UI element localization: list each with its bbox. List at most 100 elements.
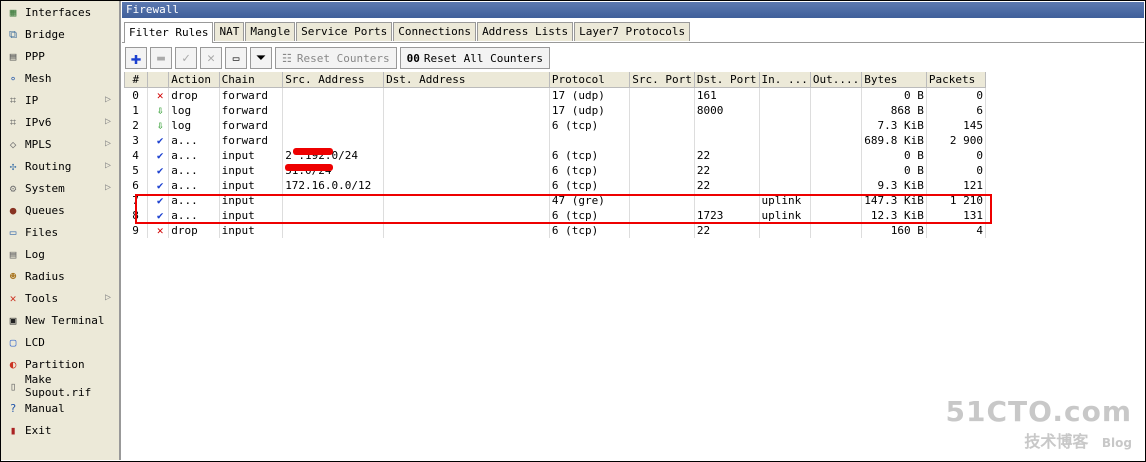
tab-connections[interactable]: Connections — [393, 22, 477, 41]
cell-action: a... — [168, 133, 220, 148]
sidebar-item-label: System — [25, 181, 65, 195]
sidebar-item-interfaces[interactable]: ▦ Interfaces — [1, 1, 119, 23]
system-icon: ⚙ — [9, 181, 17, 195]
sidebar-item-ipv6[interactable]: ⌗ IPv6 ▷ — [1, 111, 119, 133]
sidebar-item-bridge[interactable]: ⧉ Bridge — [1, 23, 119, 45]
table-row[interactable]: 8 ✔ a... input 6 (tcp) 1723 uplink 12.3 KiB 131 — [124, 208, 987, 223]
sidebar-item-log[interactable]: ▤ Log — [1, 243, 119, 265]
sidebar-item-ip[interactable]: ⌗ IP ▷ — [1, 89, 119, 111]
reset-all-counters-label: Reset All Counters — [423, 51, 544, 65]
enable-button[interactable]: ✓ — [175, 47, 197, 69]
column-header[interactable]: Packets — [925, 72, 987, 88]
table-row[interactable]: 5✔a...input51.0/246 (tcp)220 B0 — [124, 163, 987, 178]
table-row[interactable]: 6 ✔ a... input 172.16.0.0/12 6 (tcp) 22 9.3 KiB… — [124, 178, 987, 193]
sidebar-item-radius[interactable]: ☻ Radius — [1, 265, 119, 287]
watermark-blog: Blog — [1101, 436, 1132, 450]
column-header[interactable]: Action — [168, 72, 220, 88]
cell-dst — [383, 178, 550, 193]
column-header[interactable]: Out.... — [809, 72, 863, 88]
cell-action-icon: ✔ — [147, 193, 170, 208]
sidebar-item-lcd[interactable]: ▢ LCD — [1, 331, 119, 353]
cell-src — [282, 118, 385, 133]
reset-all-counters-button[interactable]: 00 Reset All Counters — [399, 47, 551, 69]
tab-nat[interactable]: NAT — [214, 22, 245, 41]
sidebar-item-queues[interactable]: ● Queues — [1, 199, 119, 221]
sidebar-item-routing[interactable]: ✣ Routing ▷ — [1, 155, 119, 177]
sidebar-item-exit[interactable]: ▮ Exit — [1, 419, 119, 441]
cell-packets: 0 — [926, 87, 987, 103]
remove-button[interactable]: ▬ — [150, 47, 172, 69]
column-header[interactable]: # — [124, 72, 148, 88]
log-icon: ▤ — [9, 247, 17, 261]
column-header[interactable]: Dst. Port — [693, 72, 760, 88]
sidebar-item-ppp[interactable]: ▤ PPP — [1, 45, 119, 67]
cell-dst — [383, 103, 550, 118]
table-row[interactable]: 1 ⇩ log forward 17 (udp) 8000 868 B6 — [124, 103, 987, 118]
tab-mangle[interactable]: Mangle — [245, 22, 296, 41]
column-header[interactable]: Src. Address — [282, 72, 385, 88]
tab-layer7-protocols[interactable]: Layer7 Protocols — [574, 22, 691, 41]
column-header[interactable]: Protocol — [548, 72, 631, 88]
sidebar-item-partition[interactable]: ◐ Partition — [1, 353, 119, 375]
reset-counters-button[interactable]: ☷ Reset Counters — [275, 47, 397, 69]
tab-filter-rules[interactable]: Filter Rules — [124, 22, 214, 43]
cell-action: drop — [168, 87, 220, 103]
chevron-right-icon: ▷ — [104, 116, 111, 127]
cell-in — [759, 133, 811, 148]
cell-packets: 121 — [926, 178, 987, 193]
sidebar-item-tools[interactable]: ✕ Tools ▷ — [1, 287, 119, 309]
cell-proto: 6 (tcp) — [549, 148, 631, 163]
add-button[interactable]: ✚ — [125, 47, 147, 69]
column-header[interactable] — [146, 72, 170, 88]
sidebar-item-new-terminal[interactable]: ▣ New Terminal — [1, 309, 119, 331]
table-row[interactable]: 4 ✔ a... input 2 .192.0/24 6 (tcp) 22 0 B0 — [124, 148, 987, 163]
mesh-icon: ∘ — [9, 71, 17, 85]
cell-dport — [694, 133, 760, 148]
column-header[interactable]: In. ... — [758, 72, 811, 88]
sidebar-item-label: New Terminal — [25, 313, 105, 327]
column-header[interactable]: Dst. Address — [383, 72, 550, 88]
sidebar-item-mesh[interactable]: ∘ Mesh — [1, 67, 119, 89]
sidebar-item-make-supout-rif[interactable]: ▯ Make Supout.rif — [1, 373, 119, 399]
cell-dport: 22 — [694, 223, 760, 238]
cell-action: log — [168, 118, 220, 133]
column-header[interactable]: Src. Port — [629, 72, 695, 88]
cell-sport — [629, 178, 695, 193]
cell-out — [810, 118, 863, 133]
radius-icon: ☻ — [9, 269, 17, 283]
cell-proto — [549, 133, 631, 148]
cell-out — [810, 103, 863, 118]
sidebar-item-files[interactable]: ▭ Files — [1, 221, 119, 243]
column-header[interactable]: Bytes — [861, 72, 927, 88]
table-row[interactable]: 2 ⇩ log forward 6 (tcp) 7.3 KiB 145 — [124, 118, 987, 133]
cell-bytes: 9.3 KiB — [861, 178, 927, 193]
cell-n: 7 — [124, 193, 148, 208]
sidebar-item-label: Partition — [25, 357, 85, 371]
supout-icon: ▯ — [9, 379, 17, 393]
cell-action: a... — [168, 193, 220, 208]
cell-dport: 22 — [694, 178, 760, 193]
tab-address-lists[interactable]: Address Lists — [477, 22, 574, 41]
ppp-icon: ▤ — [9, 49, 17, 63]
cell-in — [759, 148, 811, 163]
sidebar-item-mpls[interactable]: ◇ MPLS ▷ — [1, 133, 119, 155]
cell-out — [810, 223, 863, 238]
redaction-mark — [293, 148, 333, 155]
sidebar-item-system[interactable]: ⚙ System ▷ — [1, 177, 119, 199]
table-row[interactable]: 0 ✕ drop forward 17 (udp) 161 0 B0 — [124, 87, 987, 103]
comment-button[interactable]: ▭ — [225, 47, 247, 69]
cell-proto: 6 (tcp) — [549, 208, 631, 223]
sidebar-item-label: MPLS — [25, 137, 52, 151]
sidebar-item-manual[interactable]: ? Manual — [1, 397, 119, 419]
table-row[interactable]: 7 ✔ a... input 47 (gre) uplink 147.3 KiB 1 210 — [124, 193, 987, 208]
column-header[interactable]: Chain — [218, 72, 284, 88]
sidebar: ▦ Interfaces ⧉ Bridge ▤ PPP ∘ Mesh ⌗ IP ▷ ⌗ IPv6 ▷ ◇ MP… — [1, 1, 121, 460]
table-row[interactable]: 3 ✔ a... forward 689.8 KiB 2 900 — [124, 133, 987, 148]
cell-in — [759, 103, 811, 118]
tab-service-ports[interactable]: Service Ports — [296, 22, 393, 41]
disable-button[interactable]: ✕ — [200, 47, 222, 69]
table-row[interactable]: 9 ✕ drop input 6 (tcp) 22 160 B4 — [124, 223, 987, 238]
cell-n: 4 — [124, 148, 148, 163]
cell-src — [282, 103, 385, 118]
filter-button[interactable]: ⏷ — [250, 47, 272, 69]
